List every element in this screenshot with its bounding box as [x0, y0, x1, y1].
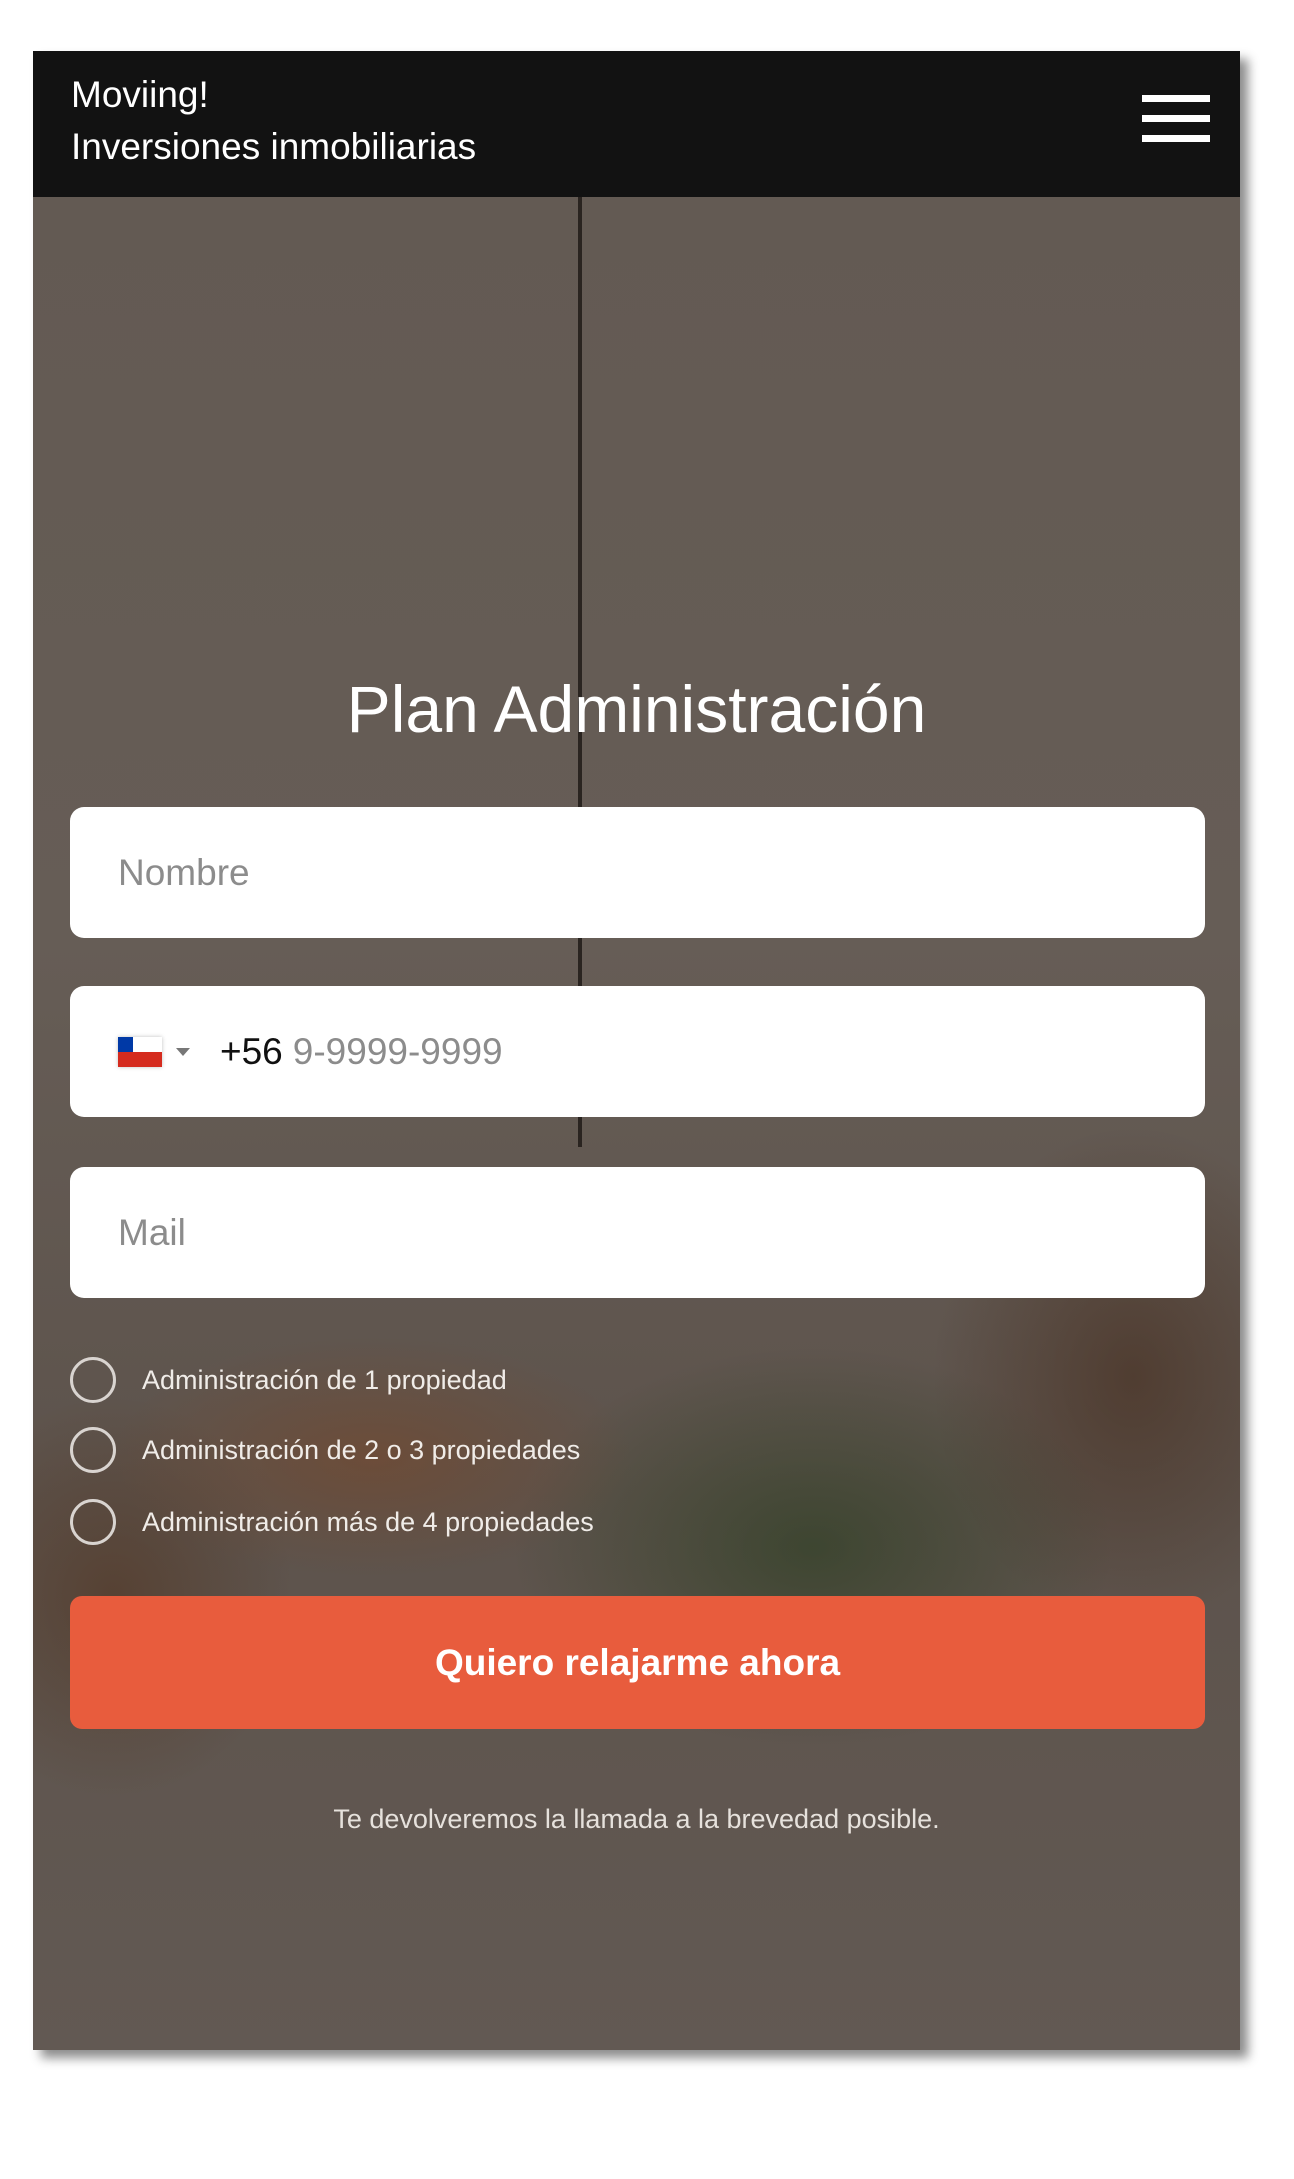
brand-logo[interactable]: Moviing! Inversiones inmobiliarias [71, 69, 476, 173]
hamburger-icon[interactable] [1142, 95, 1210, 143]
radio-circle-icon[interactable] [70, 1499, 116, 1545]
name-input[interactable]: Nombre [70, 807, 1205, 938]
submit-button[interactable]: Quiero relajarme ahora [70, 1596, 1205, 1729]
radio-option-3[interactable]: Administración más de 4 propiedades [70, 1499, 594, 1545]
mail-placeholder: Mail [118, 1211, 186, 1253]
radio-option-2[interactable]: Administración de 2 o 3 propiedades [70, 1427, 580, 1473]
form-title: Plan Administración [346, 672, 927, 746]
chile-flag-icon[interactable] [118, 1036, 162, 1067]
chevron-down-icon[interactable] [176, 1047, 190, 1056]
radio-circle-icon[interactable] [70, 1357, 116, 1403]
mail-input[interactable]: Mail [70, 1167, 1205, 1298]
brand-tagline: Inversiones inmobiliarias [71, 126, 477, 167]
hero-background-image [33, 197, 1240, 2050]
radio-label: Administración de 2 o 3 propiedades [142, 1434, 581, 1465]
brand-name: Moviing! [71, 74, 209, 115]
phone-input[interactable]: +56 9-9999-9999 [70, 986, 1205, 1117]
phone-placeholder: 9-9999-9999 [292, 1030, 503, 1072]
top-navbar: Moviing! Inversiones inmobiliarias [33, 51, 1240, 197]
mobile-page: Moviing! Inversiones inmobiliarias Plan … [33, 51, 1240, 2050]
radio-circle-icon[interactable] [70, 1427, 116, 1473]
name-placeholder: Nombre [118, 851, 250, 893]
radio-option-1[interactable]: Administración de 1 propiedad [70, 1357, 507, 1403]
callback-note: Te devolveremos la llamada a la brevedad… [333, 1804, 940, 1834]
radio-label: Administración más de 4 propiedades [142, 1506, 594, 1537]
radio-label: Administración de 1 propiedad [142, 1364, 507, 1395]
country-code: +56 [220, 1030, 283, 1072]
